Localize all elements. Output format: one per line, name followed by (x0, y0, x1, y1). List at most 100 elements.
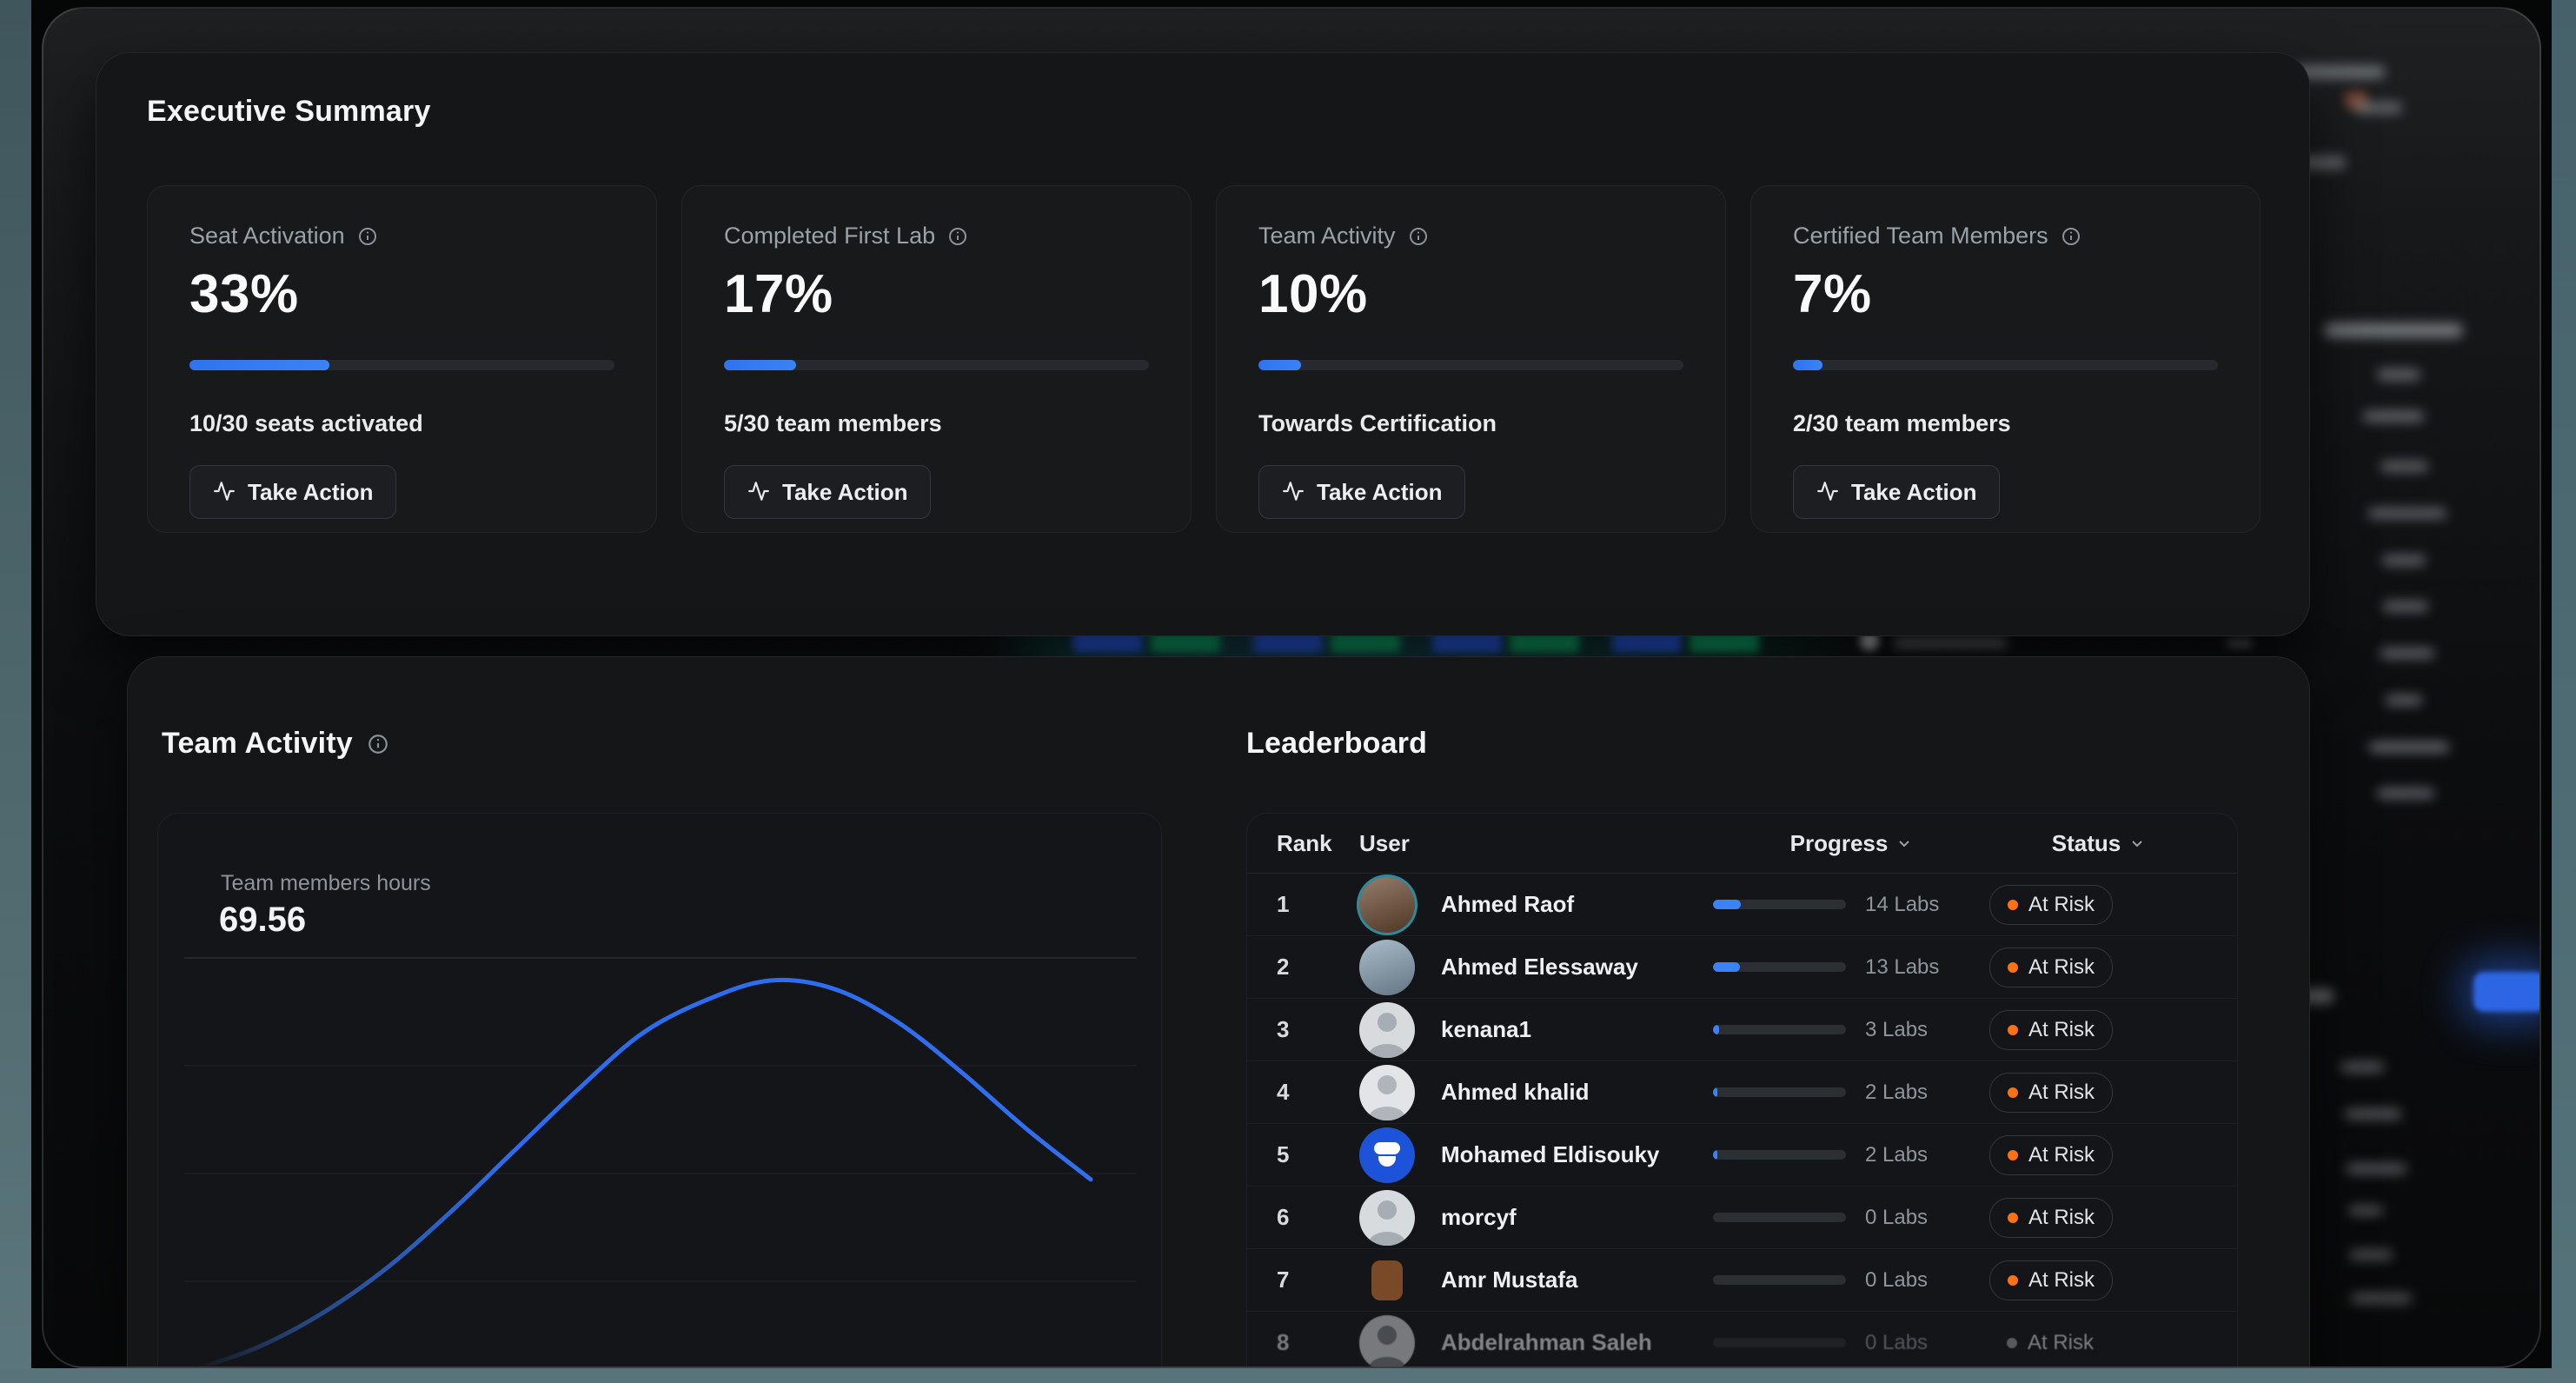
app-window: Executive Summary Seat Activation 33% 10… (42, 7, 2541, 1368)
activity-icon (1282, 480, 1305, 505)
status-badge: At Risk (1989, 1135, 2113, 1175)
status-badge: At Risk (1989, 885, 2113, 925)
row-rank: 5 (1277, 1141, 1359, 1168)
metric-card: Team Activity 10% Towards Certification … (1216, 185, 1726, 533)
leaderboard-row[interactable]: 4 Ahmed khalid 2 Labs At Risk (1247, 1061, 2237, 1124)
info-icon[interactable] (947, 226, 968, 247)
status-dot-icon (2008, 962, 2018, 973)
activity-leaderboard-panel: Team Activity Team members hours 69.56 (127, 656, 2310, 1368)
status-label: At Risk (2028, 1331, 2094, 1355)
metric-label: Completed First Lab (724, 223, 935, 249)
metric-progress-fill (1258, 360, 1301, 370)
activity-icon (747, 480, 770, 505)
metric-label: Certified Team Members (1793, 223, 2048, 249)
info-icon[interactable] (357, 226, 378, 247)
row-labs-count: 0 Labs (1865, 1206, 1928, 1230)
team-activity-line-chart (172, 941, 1149, 1368)
metric-progress-track (724, 360, 1149, 370)
leaderboard-row[interactable]: 8 Abdelrahman Saleh 0 Labs At Risk (1247, 1312, 2237, 1368)
status-label: At Risk (2028, 1018, 2095, 1042)
row-username: Amr Mustafa (1441, 1267, 1577, 1293)
row-user: kenana1 (1359, 1002, 1713, 1058)
take-action-label: Take Action (248, 479, 373, 506)
row-rank: 4 (1277, 1079, 1359, 1106)
status-badge: At Risk (1989, 947, 2113, 987)
column-header-progress[interactable]: Progress (1713, 830, 1989, 857)
status-dot-icon (2007, 1338, 2017, 1348)
leaderboard-row[interactable]: 7 Amr Mustafa 0 Labs At Risk (1247, 1249, 2237, 1312)
backdrop-primary-button-blur (2473, 972, 2541, 1012)
metric-value: 10% (1258, 263, 1683, 325)
row-username: Mohamed Eldisouky (1441, 1141, 1659, 1168)
take-action-button[interactable]: Take Action (1793, 465, 2000, 519)
info-icon[interactable] (2061, 226, 2081, 247)
avatar (1359, 1190, 1415, 1246)
status-label: At Risk (2028, 893, 2095, 917)
row-status: At Risk (1989, 1010, 2208, 1050)
row-username: Abdelrahman Saleh (1441, 1329, 1652, 1356)
leaderboard-row[interactable]: 6 morcyf 0 Labs At Risk (1247, 1187, 2237, 1249)
row-progress-track (1713, 962, 1846, 972)
row-progress: 0 Labs (1713, 1331, 1989, 1355)
status-badge: At Risk (1989, 1198, 2113, 1238)
row-labs-count: 2 Labs (1865, 1143, 1928, 1167)
row-user: Amr Mustafa (1359, 1260, 1713, 1300)
row-progress: 13 Labs (1713, 955, 1989, 980)
avatar (1359, 1315, 1415, 1369)
take-action-button[interactable]: Take Action (1258, 465, 1465, 519)
metric-value: 7% (1793, 263, 2218, 325)
backdrop-text-blur-2 (2227, 639, 2253, 648)
leaderboard-title-text: Leaderboard (1246, 727, 1427, 761)
row-progress-fill (1713, 1150, 1717, 1160)
metric-card-header: Certified Team Members (1793, 223, 2218, 249)
avatar (1359, 1002, 1415, 1058)
avatar (1359, 877, 1415, 933)
row-username: Ahmed Raof (1441, 891, 1574, 918)
metric-card-header: Seat Activation (189, 223, 614, 249)
info-icon[interactable] (1408, 226, 1429, 247)
desktop-edge-right (2552, 0, 2576, 1383)
status-badge: At Risk (1989, 1073, 2113, 1113)
row-progress-fill (1713, 962, 1740, 972)
row-rank: 3 (1277, 1016, 1359, 1043)
column-header-rank: Rank (1277, 830, 1359, 857)
leaderboard-row[interactable]: 1 Ahmed Raof 14 Labs At Risk (1247, 874, 2237, 936)
executive-summary-title-text: Executive Summary (147, 95, 431, 129)
column-header-status[interactable]: Status (1989, 830, 2208, 857)
leaderboard-row[interactable]: 2 Ahmed Elessaway 13 Labs At Risk (1247, 936, 2237, 999)
row-labs-count: 0 Labs (1865, 1268, 1928, 1293)
leaderboard-header: Rank User Progress Status (1247, 814, 2237, 874)
status-dot-icon (2008, 900, 2018, 910)
executive-summary-panel: Executive Summary Seat Activation 33% 10… (96, 52, 2310, 636)
chevron-down-icon (1896, 835, 1912, 851)
take-action-button[interactable]: Take Action (724, 465, 931, 519)
take-action-button[interactable]: Take Action (189, 465, 396, 519)
row-user: Abdelrahman Saleh (1359, 1315, 1713, 1369)
row-progress-track (1713, 1087, 1846, 1097)
row-progress-track (1713, 1025, 1846, 1034)
row-status: At Risk (1989, 1198, 2208, 1238)
leaderboard-row[interactable]: 5 Mohamed Eldisouky 2 Labs At Risk (1247, 1124, 2237, 1187)
desktop-edge-bottom (0, 1368, 2576, 1383)
leaderboard-card: Rank User Progress Status (1246, 813, 2238, 1368)
row-username: morcyf (1441, 1204, 1517, 1231)
chart-metric-value: 69.56 (219, 901, 306, 940)
take-action-label: Take Action (1851, 479, 1976, 506)
metric-card-header: Completed First Lab (724, 223, 1149, 249)
metric-label: Seat Activation (189, 223, 345, 249)
metric-progress-track (1258, 360, 1683, 370)
row-user: Mohamed Eldisouky (1359, 1127, 1713, 1183)
metric-value: 17% (724, 263, 1149, 325)
metric-value: 33% (189, 263, 614, 325)
status-dot-icon (2008, 1150, 2018, 1160)
status-badge: At Risk (1989, 1010, 2113, 1050)
row-user: Ahmed Elessaway (1359, 940, 1713, 995)
info-icon[interactable] (367, 733, 389, 755)
row-progress-fill (1713, 900, 1741, 909)
row-username: Ahmed Elessaway (1441, 954, 1638, 981)
leaderboard-row[interactable]: 3 kenana1 3 Labs At Risk (1247, 999, 2237, 1061)
activity-icon (1816, 480, 1839, 505)
row-user: morcyf (1359, 1190, 1713, 1246)
column-header-user: User (1359, 830, 1713, 857)
row-progress-track (1713, 1338, 1846, 1347)
